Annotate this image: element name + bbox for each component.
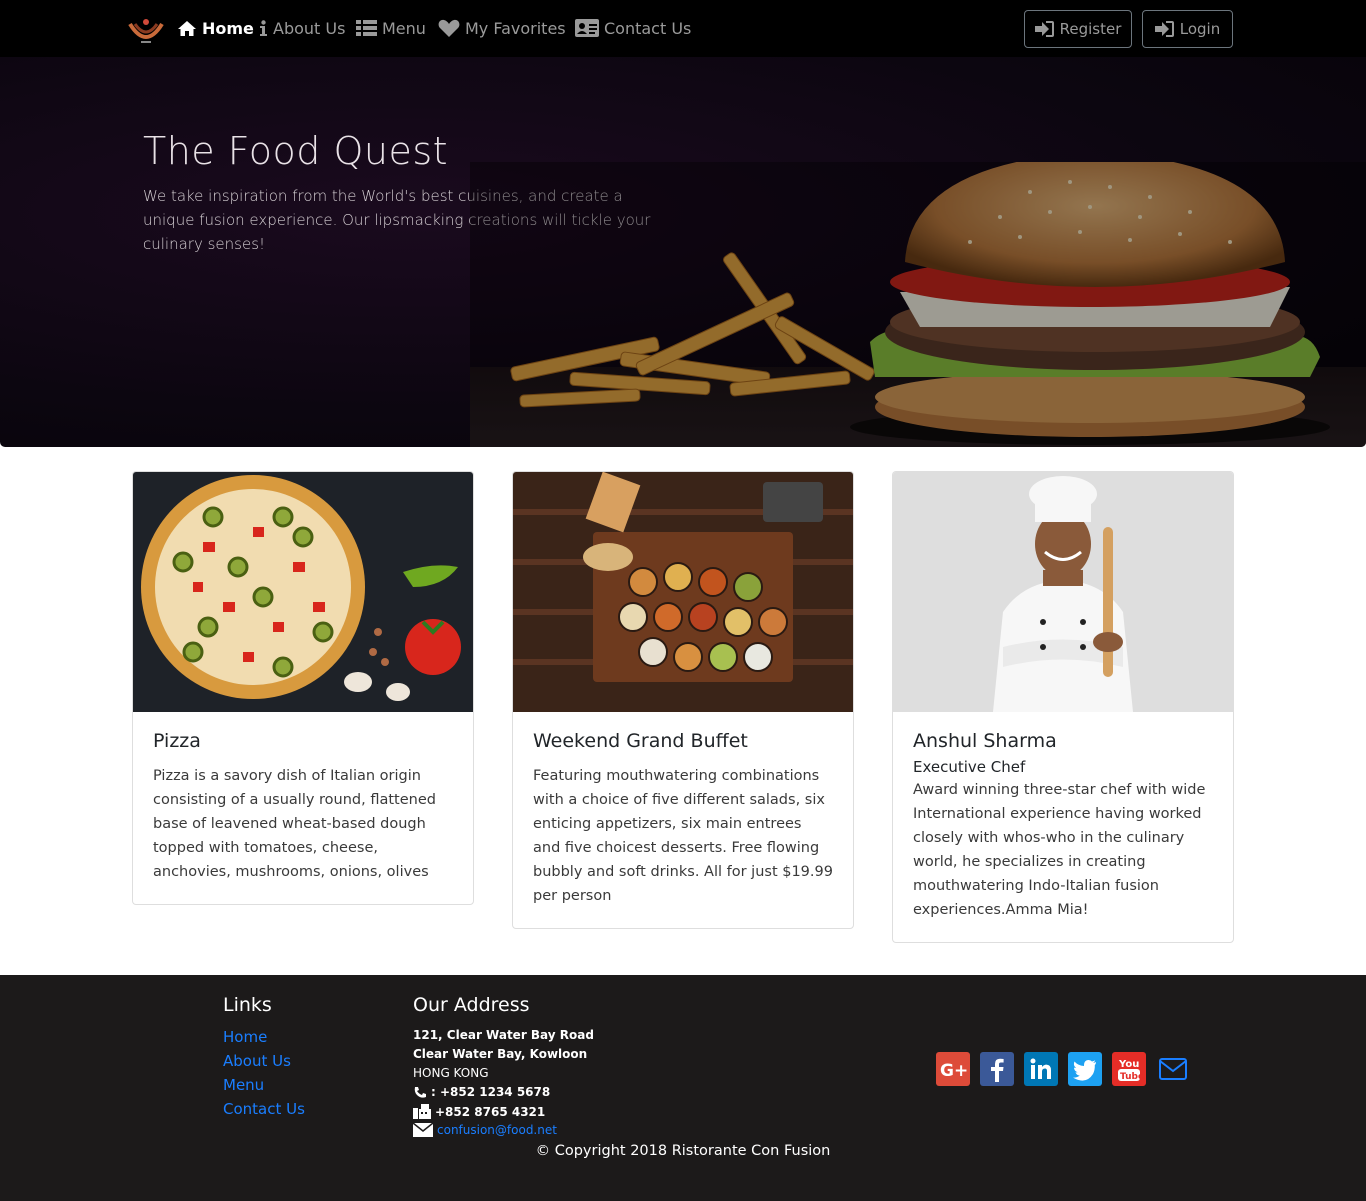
nav-menu-label: Menu	[382, 18, 426, 38]
footer-link-contact[interactable]: Contact Us	[223, 1100, 305, 1118]
nav-menu[interactable]: Menu	[356, 17, 426, 39]
footer-link-menu[interactable]: Menu	[223, 1076, 264, 1094]
footer: Links Home About Us Menu Contact Us Our …	[0, 975, 1366, 1201]
youtube-icon[interactable]: You Tube	[1112, 1052, 1146, 1086]
card-text: Pizza is a savory dish of Italian origin…	[153, 768, 436, 880]
svg-text:You: You	[1118, 1059, 1139, 1070]
login-label: Login	[1179, 20, 1221, 38]
card-subtitle: Executive Chef	[913, 758, 1026, 776]
nav-contact[interactable]: Contact Us	[575, 17, 691, 39]
nav-contact-label: Contact Us	[604, 18, 692, 38]
address-heading: Our Address	[413, 994, 530, 1016]
card-title: Pizza	[153, 730, 201, 752]
phone-icon	[414, 1086, 426, 1098]
chef-image	[893, 472, 1233, 712]
address-line: HONG KONG	[413, 1066, 489, 1080]
envelope-icon	[413, 1123, 433, 1137]
info-icon	[260, 19, 267, 36]
buffet-image	[513, 472, 853, 712]
links-heading: Links	[223, 994, 272, 1016]
address-line: Clear Water Bay, Kowloon	[413, 1047, 588, 1061]
nav-home-label: Home	[202, 18, 254, 38]
copyright-text: © Copyright 2018 Ristorante Con Fusion	[535, 1143, 831, 1159]
fax-icon	[413, 1104, 431, 1119]
svg-text:Tube: Tube	[1120, 1072, 1144, 1082]
sign-in-icon	[1154, 21, 1174, 37]
nav-about[interactable]: About Us	[259, 17, 345, 39]
burger-fries-image	[470, 162, 1366, 447]
envelope-icon[interactable]	[1156, 1052, 1190, 1086]
svg-text:G+: G+	[940, 1061, 968, 1081]
register-label: Register	[1059, 20, 1122, 38]
nav-about-label: About Us	[273, 18, 346, 38]
card-text: Award winning three-star chef with wide …	[913, 782, 1206, 918]
chef-card: Anshul Sharma Executive Chef Award winni…	[892, 471, 1234, 943]
card-text: Featuring mouthwatering combinations wit…	[533, 768, 833, 904]
buffet-card: Weekend Grand Buffet Featuring mouthwate…	[512, 471, 854, 929]
card-title: Weekend Grand Buffet	[533, 730, 748, 752]
hero-banner: The Food Quest We take inspiration from …	[0, 57, 1366, 447]
home-icon	[178, 20, 196, 36]
facebook-icon[interactable]	[980, 1052, 1014, 1086]
pizza-image	[133, 472, 473, 712]
fax-number: +852 8765 4321	[435, 1104, 546, 1119]
nav-home[interactable]: Home	[177, 17, 254, 39]
email-link[interactable]: confusion@food.net	[437, 1123, 557, 1137]
phone-number: : +852 1234 5678	[431, 1085, 551, 1099]
restaurant-logo[interactable]	[127, 10, 165, 46]
google-plus-icon[interactable]: G+	[936, 1052, 970, 1086]
sign-in-icon	[1034, 21, 1054, 37]
nav-favorites-label: My Favorites	[465, 18, 566, 38]
footer-link-about[interactable]: About Us	[223, 1052, 291, 1070]
linkedin-icon[interactable]	[1024, 1052, 1058, 1086]
nav-favorites[interactable]: My Favorites	[438, 17, 566, 39]
navbar: Home About Us Menu My Favorites Contact …	[0, 0, 1366, 57]
twitter-icon[interactable]	[1068, 1052, 1102, 1086]
address-line: 121, Clear Water Bay Road	[413, 1028, 594, 1042]
hero-title: The Food Quest	[143, 129, 449, 173]
register-button[interactable]: Register	[1024, 10, 1132, 48]
login-button[interactable]: Login	[1142, 10, 1233, 48]
address-card-icon	[575, 19, 599, 37]
heart-icon	[438, 19, 460, 37]
pizza-card: Pizza Pizza is a savory dish of Italian …	[132, 471, 474, 905]
card-title: Anshul Sharma	[913, 730, 1057, 752]
fax-row: +852 8765 4321	[413, 1104, 545, 1119]
list-icon	[356, 20, 377, 36]
footer-link-home[interactable]: Home	[223, 1028, 267, 1046]
email-row: confusion@food.net	[413, 1123, 557, 1137]
phone-row: : +852 1234 5678	[413, 1085, 550, 1099]
